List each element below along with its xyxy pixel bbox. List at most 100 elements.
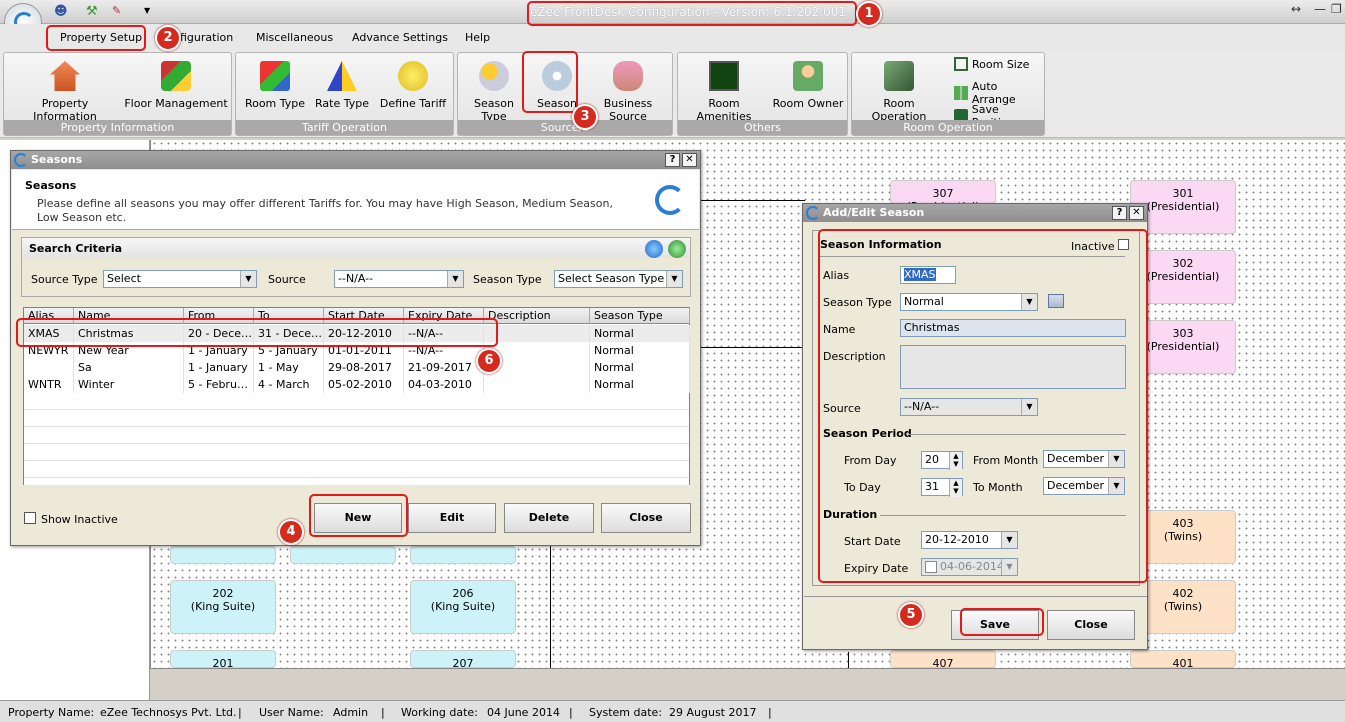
menu-advance-settings[interactable]: Advance Settings — [352, 31, 448, 44]
table-cell[interactable]: 4 - March — [254, 376, 324, 393]
table-cell[interactable] — [484, 325, 590, 342]
room-card[interactable] — [170, 546, 276, 564]
room-amenities-button[interactable]: Room Amenities — [682, 61, 766, 123]
annotation-badge: 4 — [278, 519, 304, 545]
help-button[interactable]: ? — [665, 153, 680, 167]
annotation-badge: 5 — [898, 602, 924, 628]
room-card[interactable] — [290, 546, 396, 564]
search-icon[interactable] — [645, 240, 663, 258]
table-cell[interactable]: Normal — [590, 325, 690, 342]
search-criteria-header — [22, 238, 690, 258]
grid-lines — [24, 393, 689, 485]
help-button[interactable]: ? — [1112, 206, 1127, 220]
room-card[interactable]: 407(Twins) — [890, 650, 996, 668]
table-cell[interactable]: Normal — [590, 376, 690, 393]
user-name-label: User Name: — [259, 706, 324, 719]
restore-icon[interactable]: ↔ — [1291, 2, 1301, 16]
table-cell[interactable]: Normal — [590, 342, 690, 359]
coins-icon — [398, 61, 428, 91]
divider — [550, 546, 551, 668]
room-card[interactable]: 207(King Suite) — [410, 650, 516, 668]
room-size-button[interactable]: Room Size — [954, 57, 1029, 71]
source-type-select[interactable]: Select — [103, 270, 257, 288]
table-cell[interactable]: 1 - January — [184, 359, 254, 376]
refresh-icon[interactable] — [668, 240, 686, 258]
table-cell[interactable]: 1 - May — [254, 359, 324, 376]
table-cell[interactable]: 21-09-2017 — [404, 359, 484, 376]
delete-button[interactable]: Delete — [504, 503, 594, 533]
business-source-button[interactable]: Business Source — [586, 61, 670, 123]
room-card[interactable]: 307(Presidential) — [890, 180, 996, 204]
resize-icon — [954, 57, 968, 71]
weather-add-icon — [479, 61, 509, 91]
room-card[interactable]: 401(Twins) — [1130, 650, 1236, 668]
divider — [848, 652, 849, 668]
menu-configuration[interactable]: figuration — [180, 31, 233, 44]
annotation-box-new — [309, 494, 408, 537]
handshake-icon — [613, 61, 643, 91]
annotation-box-season-info — [818, 229, 1148, 583]
room-card[interactable]: 202 (King Suite) — [170, 580, 276, 634]
group-tariff-operation: Room Type Rate Type Define Tariff Tariff… — [235, 52, 454, 136]
season-type-select[interactable]: Select Season Type — [554, 270, 683, 288]
close-icon[interactable]: ✕ — [682, 153, 697, 167]
close-icon[interactable]: ✕ — [1129, 206, 1144, 220]
table-cell[interactable] — [484, 376, 590, 393]
status-sep: | — [238, 706, 242, 719]
divider — [700, 347, 805, 348]
column-header[interactable]: Season Type — [590, 308, 690, 324]
status-sep: | — [768, 706, 772, 719]
menu-miscellaneous[interactable]: Miscellaneous — [256, 31, 333, 44]
tools-icon[interactable]: ⚒ — [86, 4, 98, 19]
room-type-button[interactable]: Room Type — [242, 61, 308, 110]
room-owner-button[interactable]: Room Owner — [772, 61, 844, 110]
group-label: Room Operation — [852, 120, 1044, 135]
group-label: Property Information — [4, 120, 231, 135]
arrange-icon — [954, 86, 968, 100]
working-date: 04 June 2014 — [487, 706, 560, 719]
table-cell[interactable] — [24, 359, 74, 376]
monitor-icon — [709, 61, 739, 91]
source-label: Source — [268, 273, 306, 286]
show-inactive-checkbox[interactable] — [24, 512, 36, 524]
edit-button[interactable]: Edit — [408, 503, 496, 533]
property-information-button[interactable]: Property Information — [10, 61, 120, 123]
table-cell[interactable]: Normal — [590, 359, 690, 376]
quickaccess-dropdown-icon[interactable]: ▼ — [144, 6, 150, 15]
season-type-label: Season Type — [473, 273, 542, 286]
close-button[interactable]: Close — [601, 503, 691, 533]
blocks-icon — [161, 61, 191, 91]
add-edit-dialog-title: Add/Edit Season — [803, 204, 1147, 222]
group-room-operation: Room Operation Room Size Auto Arrange Sa… — [851, 52, 1045, 136]
seasons-description: Please define all seasons you may offer … — [37, 197, 613, 224]
annotation-box-xmas-row — [16, 318, 498, 347]
separator — [804, 596, 1147, 597]
season-type-button[interactable]: Season Type — [460, 61, 528, 123]
spell-icon[interactable]: ✎ — [112, 4, 121, 17]
rate-type-button[interactable]: Rate Type — [312, 61, 372, 110]
seasons-heading: Seasons — [25, 179, 77, 192]
column-header[interactable]: Description — [484, 308, 590, 324]
annotation-box-property-setup — [46, 25, 146, 51]
menu-help[interactable]: Help — [465, 31, 490, 44]
user-name: Admin — [333, 706, 369, 719]
define-tariff-button[interactable]: Define Tariff — [376, 61, 450, 110]
table-cell[interactable]: Sa — [74, 359, 184, 376]
floor-management-button[interactable]: Floor Management — [124, 61, 228, 110]
table-cell[interactable]: Winter — [74, 376, 184, 393]
minimize-icon[interactable]: — — [1314, 2, 1326, 16]
table-cell[interactable]: 29-08-2017 — [324, 359, 404, 376]
source-select[interactable]: --N/A-- — [334, 270, 464, 288]
room-card[interactable] — [410, 546, 516, 564]
room-operation-button[interactable]: Room Operation — [856, 61, 942, 123]
annotation-box-season — [522, 51, 578, 113]
table-cell[interactable]: 5 - February — [184, 376, 254, 393]
table-cell[interactable]: 05-02-2010 — [324, 376, 404, 393]
user-icon[interactable]: ☻ — [54, 4, 68, 19]
room-card[interactable]: 201(King Suite) — [170, 650, 276, 668]
maximize-icon[interactable]: ❐ — [1331, 2, 1342, 16]
close-button[interactable]: Close — [1047, 610, 1135, 640]
table-cell[interactable]: WNTR — [24, 376, 74, 393]
table-cell[interactable]: 04-03-2010 — [404, 376, 484, 393]
room-card[interactable]: 206 (King Suite) — [410, 580, 516, 634]
